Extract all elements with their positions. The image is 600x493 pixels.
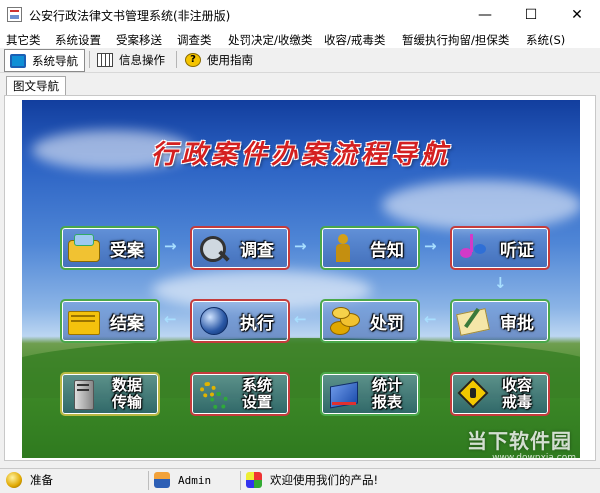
custody-rehab-label-line1: 收容 (501, 376, 532, 394)
accept-case-label: 受案 (110, 240, 144, 261)
review-label: 审批 (500, 313, 534, 334)
magnifier-icon (196, 232, 232, 264)
accept-case-button[interactable]: 受案 (60, 226, 160, 270)
punish-label: 处罚 (370, 313, 404, 334)
statistics-report-label-line1: 统计 (371, 376, 402, 394)
music-note-icon (456, 232, 492, 264)
punish-button[interactable]: 处罚 (320, 299, 420, 343)
gears-icon (196, 378, 232, 410)
status-user: Admin (154, 472, 211, 488)
monitor-icon (10, 53, 26, 68)
phone-icon (66, 232, 102, 264)
tab-info-ops[interactable]: 信息操作 (92, 49, 165, 70)
status-bar: 准备 Admin 欢迎使用我们的产品! (0, 468, 600, 493)
investigate-label: 调查 (240, 240, 274, 261)
system-settings-label-line2: 设置 (241, 393, 272, 411)
globe-icon (196, 305, 232, 337)
menu-deferred-detention[interactable]: 暂缓执行拘留/担保类 (402, 32, 509, 48)
data-transfer-label-line2: 传输 (111, 393, 142, 411)
menu-punishment[interactable]: 处罚决定/收缴类 (228, 32, 312, 48)
tab-info-ops-label: 信息操作 (119, 52, 165, 67)
data-transfer-button[interactable]: 数据 传输 (60, 372, 160, 416)
flow-arrow-right: → (294, 237, 307, 255)
statistics-report-label-line2: 报表 (371, 393, 402, 411)
maximize-button[interactable]: ☐ (508, 0, 554, 30)
folder-icon (66, 305, 102, 337)
menu-system[interactable]: 系统(S) (526, 32, 565, 48)
nav-canvas: 行政案件办案流程导航 受案 → 调查 → 告知 → 听证 ↓ 结案 ← 执行 ←… (22, 100, 580, 458)
document-pen-icon (456, 305, 492, 337)
data-transfer-label: 数据 传输 (110, 377, 144, 411)
notify-label: 告知 (370, 240, 404, 261)
window-title: 公安行政法律文书管理系统(非注册版) (29, 9, 231, 23)
status-ready-text: 准备 (30, 473, 53, 487)
tab-graphic-nav[interactable]: 图文导航 (6, 76, 66, 95)
custody-rehab-label: 收容 戒毒 (500, 377, 534, 411)
status-divider (240, 471, 241, 490)
review-button[interactable]: 审批 (450, 299, 550, 343)
tab-system-nav[interactable]: 系统导航 (4, 49, 85, 72)
menu-custody[interactable]: 收容/戒毒类 (324, 32, 385, 48)
close-case-button[interactable]: 结案 (60, 299, 160, 343)
data-transfer-label-line1: 数据 (111, 376, 142, 394)
flow-arrow-left: ← (424, 310, 437, 328)
status-ready: 准备 (6, 472, 53, 488)
system-settings-label: 系统 设置 (240, 377, 274, 411)
close-button[interactable]: ✕ (554, 0, 600, 30)
watermark-text: 当下软件园 (467, 429, 572, 453)
hearing-button[interactable]: 听证 (450, 226, 550, 270)
menu-other[interactable]: 其它类 (6, 32, 41, 48)
execute-button[interactable]: 执行 (190, 299, 290, 343)
menu-system-settings[interactable]: 系统设置 (55, 32, 101, 48)
help-icon: ? (185, 52, 201, 67)
coins-icon (326, 305, 362, 337)
shapes-icon (246, 472, 262, 488)
notify-button[interactable]: 告知 (320, 226, 420, 270)
menu-investigation[interactable]: 调查类 (177, 32, 212, 48)
flow-arrow-right: → (164, 237, 177, 255)
warning-sign-icon (456, 377, 492, 410)
flow-arrow-left: ← (164, 310, 177, 328)
user-icon (154, 472, 170, 488)
statistics-report-label: 统计 报表 (370, 377, 404, 411)
watermark-url: www.downxia.com (492, 453, 576, 463)
title-bar: 公安行政法律文书管理系统(非注册版) — ☐ ✕ (0, 0, 600, 30)
custody-rehab-button[interactable]: 收容 戒毒 (450, 372, 550, 416)
grid-icon (97, 52, 113, 67)
app-icon (7, 7, 22, 22)
flow-arrow-left: ← (294, 310, 307, 328)
menu-bar: 其它类 系统设置 受案移送 调查类 处罚决定/收缴类 收容/戒毒类 暂缓执行拘留… (0, 30, 600, 48)
server-icon (66, 378, 102, 410)
status-divider (148, 471, 149, 490)
bulb-icon (6, 472, 22, 488)
toolbar-divider (89, 51, 90, 68)
person-icon (326, 232, 362, 264)
custody-rehab-label-line2: 戒毒 (501, 393, 532, 411)
status-message-text: 欢迎使用我们的产品! (270, 473, 379, 487)
tab-user-guide-label: 使用指南 (207, 52, 253, 67)
flow-arrow-down: ↓ (494, 274, 507, 292)
hearing-label: 听证 (500, 240, 534, 261)
tab-user-guide[interactable]: ? 使用指南 (180, 49, 253, 70)
status-user-text: Admin (178, 473, 212, 487)
system-settings-label-line1: 系统 (241, 376, 272, 394)
close-case-label: 结案 (110, 313, 144, 334)
minimize-button[interactable]: — (462, 0, 508, 30)
statistics-report-button[interactable]: 统计 报表 (320, 372, 420, 416)
execute-label: 执行 (240, 313, 274, 334)
tab-system-nav-label: 系统导航 (32, 53, 78, 68)
system-settings-button[interactable]: 系统 设置 (190, 372, 290, 416)
investigate-button[interactable]: 调查 (190, 226, 290, 270)
book-icon (326, 378, 362, 410)
flow-arrow-right: → (424, 237, 437, 255)
menu-case-transfer[interactable]: 受案移送 (116, 32, 162, 48)
status-message: 欢迎使用我们的产品! (246, 472, 378, 488)
nav-title: 行政案件办案流程导航 (150, 140, 451, 170)
toolbar: 系统导航 信息操作 ? 使用指南 (0, 48, 600, 73)
cloud-decoration (382, 180, 580, 230)
toolbar-divider (176, 51, 177, 68)
